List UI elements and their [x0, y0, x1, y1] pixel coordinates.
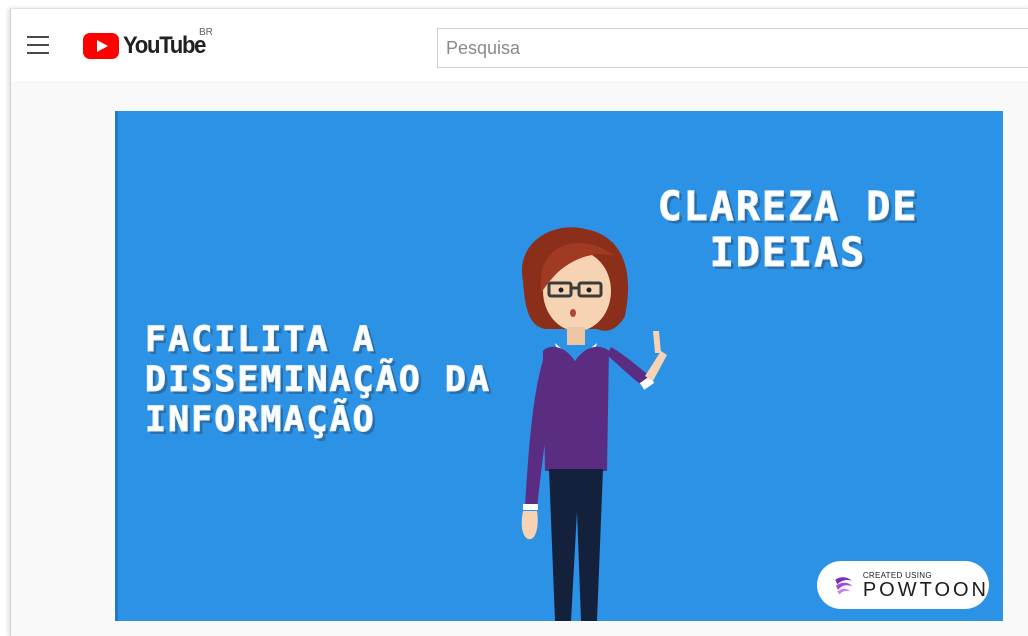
youtube-logo[interactable]: YouTube BR	[83, 27, 213, 61]
powtoon-badge[interactable]: CREATED USING POWTOON	[817, 561, 989, 609]
masthead: YouTube BR	[11, 9, 1028, 81]
player-edge	[115, 111, 118, 621]
slide-text-dissemination: FACILITA A DISSEMINAÇÃO DA INFORMAÇÃO	[145, 320, 492, 441]
powtoon-logo-icon	[835, 577, 853, 595]
logo-text: YouTube	[123, 32, 206, 59]
menu-icon[interactable]	[27, 36, 49, 54]
cartoon-woman-illustration	[521, 227, 667, 621]
search-input[interactable]	[437, 28, 1028, 68]
video-player[interactable]: CLAREZA DE IDEIAS FACILITA A DISSEMINAÇÃ…	[115, 111, 1003, 621]
youtube-play-icon	[83, 33, 119, 59]
country-code: BR	[199, 27, 213, 38]
badge-brand: POWTOON	[862, 578, 989, 601]
browser-frame: YouTube BR CLAREZA DE IDEIAS FACILITA A …	[10, 8, 1028, 636]
